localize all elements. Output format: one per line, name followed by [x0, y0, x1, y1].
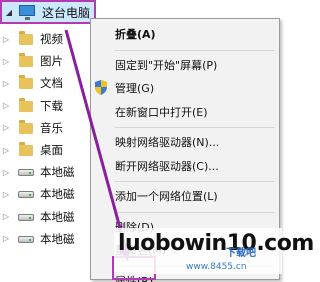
- menu-item-label: 在新窗口中打开(E): [115, 105, 208, 119]
- chevron-right-icon[interactable]: ▷: [0, 161, 12, 183]
- menu-item[interactable]: 添加一个网络位置(L): [91, 185, 279, 207]
- chevron-right-icon[interactable]: ▷: [0, 50, 12, 72]
- chevron-right-icon[interactable]: ▷: [0, 206, 12, 228]
- tree-item[interactable]: ▷ 本地磁: [0, 161, 90, 183]
- music-folder-icon: [18, 119, 34, 136]
- chevron-down-icon[interactable]: ◢: [2, 8, 16, 17]
- tree-item[interactable]: ▷ 桌面: [0, 139, 90, 161]
- menu-separator: [115, 49, 275, 51]
- pictures-folder-icon: [18, 53, 34, 69]
- chevron-right-icon[interactable]: ▷: [0, 117, 12, 139]
- drive-icon: [18, 231, 34, 247]
- tree-item-label: 下载: [40, 98, 63, 113]
- menu-item[interactable]: 固定到"开始"屏幕(P): [91, 54, 279, 76]
- watermark-text: luobowin10.com: [118, 231, 314, 256]
- computer-icon: [18, 5, 36, 20]
- menu-item[interactable]: 在新窗口中打开(E): [91, 101, 279, 123]
- chevron-right-icon[interactable]: ▷: [0, 28, 12, 50]
- downloads-folder-icon: [18, 97, 34, 114]
- tree-item[interactable]: ▷ 本地磁: [0, 206, 90, 228]
- menu-item[interactable]: 映射网络驱动器(N)...: [91, 131, 279, 153]
- tree-item[interactable]: ▷ 视频: [0, 28, 90, 50]
- tree-item[interactable]: ▷ 音乐: [0, 117, 90, 139]
- drive-icon: [18, 209, 34, 225]
- chevron-right-icon[interactable]: ▷: [0, 228, 12, 250]
- menu-separator: [115, 127, 275, 128]
- tree-item-label: 桌面: [40, 143, 63, 157]
- tree-item-label: 本地磁: [40, 231, 75, 246]
- tree-item-label: 这台电脑: [42, 5, 91, 20]
- tree-item-label: 本地磁: [40, 165, 75, 180]
- shield-icon: [95, 80, 107, 95]
- tree-item-label: 音乐: [40, 120, 63, 135]
- tree-item[interactable]: ▷ 本地磁: [0, 228, 90, 250]
- menu-item-label: 映射网络驱动器(N)...: [115, 136, 220, 149]
- watermark-logo: 下载吧: [226, 248, 256, 259]
- watermark-sub: www.8455.cn: [186, 262, 247, 272]
- menu-item-label: 固定到"开始"屏幕(P): [115, 58, 218, 72]
- chevron-right-icon[interactable]: ▷: [0, 72, 12, 94]
- desktop-folder-icon: [18, 142, 34, 158]
- menu-item-label: 断开网络驱动器(C)...: [115, 159, 219, 173]
- chevron-right-icon[interactable]: ▷: [0, 95, 12, 117]
- video-folder-icon: [18, 31, 34, 47]
- menu-item[interactable]: 管理(G): [91, 77, 279, 99]
- documents-folder-icon: [18, 75, 34, 91]
- tree-item[interactable]: ▷ 文档: [0, 72, 90, 94]
- tree-item-label: 文档: [40, 76, 63, 91]
- menu-item-label: 折叠(A): [115, 28, 156, 41]
- menu-item[interactable]: 折叠(A): [91, 23, 279, 45]
- chevron-right-icon[interactable]: ▷: [0, 139, 12, 161]
- tree-item-label: 图片: [40, 54, 63, 69]
- menu-item-label: 管理(G): [115, 82, 155, 95]
- tree-item-label: 视频: [40, 32, 63, 46]
- drive-icon: [18, 164, 34, 180]
- tree-item[interactable]: ▷ 下载: [0, 95, 90, 117]
- menu-separator: [115, 181, 275, 182]
- tree-item[interactable]: ▷ 本地磁: [0, 183, 90, 205]
- menu-item-label: 添加一个网络位置(L): [115, 190, 218, 203]
- chevron-right-icon[interactable]: ▷: [0, 183, 12, 205]
- menu-separator: [115, 211, 275, 213]
- menu-item[interactable]: 断开网络驱动器(C)...: [91, 155, 279, 177]
- tree-item[interactable]: ▷ 图片: [0, 50, 90, 72]
- drive-icon: [18, 186, 34, 202]
- tree-item-this-pc[interactable]: ◢ 这台电脑: [0, 0, 96, 24]
- tree-item-label: 本地磁: [40, 187, 75, 202]
- tree-item-label: 本地磁: [40, 209, 75, 224]
